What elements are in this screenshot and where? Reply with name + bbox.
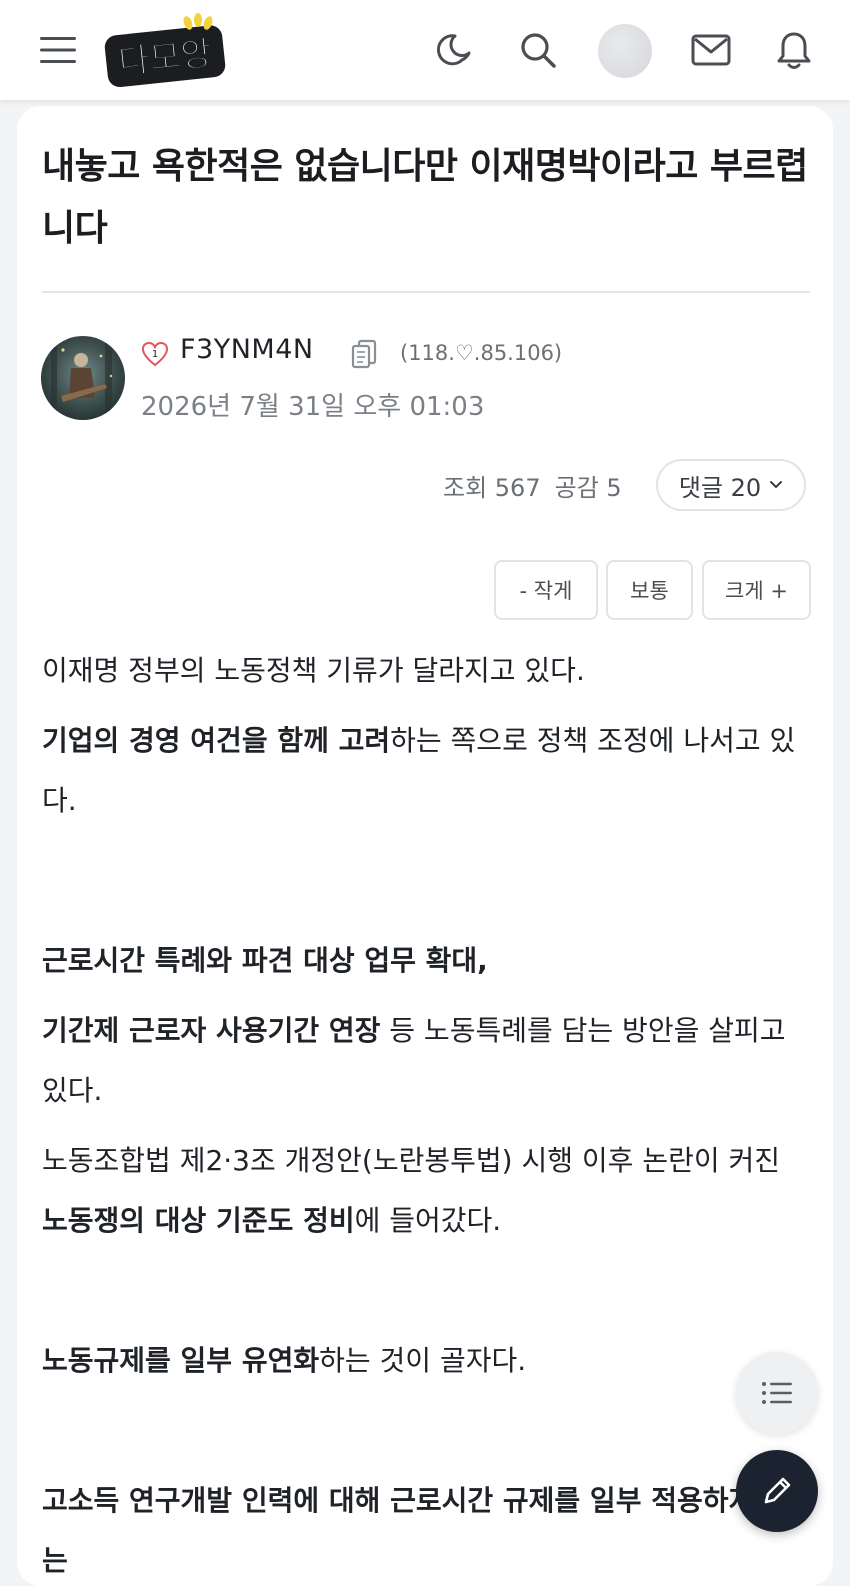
author-avatar[interactable] <box>41 336 125 420</box>
author-ip: (118.♡.85.106) <box>400 341 563 365</box>
table-of-contents-button[interactable] <box>736 1352 818 1434</box>
menu-button[interactable] <box>30 22 86 78</box>
post-stats: 조회 567 공감 5 <box>443 468 636 503</box>
search-button[interactable] <box>510 22 566 78</box>
font-smaller-button[interactable]: - 작게 <box>494 560 598 620</box>
level-badge-icon: 1 <box>141 341 169 367</box>
view-count: 조회 567 <box>443 474 541 502</box>
body-paragraph: 기간제 근로자 사용기간 연장 등 노동특례를 담는 방안을 살피고 있다. <box>42 1014 786 1107</box>
body-paragraph: 기업의 경영 여건을 함께 고려하는 쪽으로 정책 조정에 나서고 있다. <box>42 724 796 817</box>
search-icon <box>521 33 556 68</box>
body-paragraph: 고소득 연구개발 인력에 대해 근로시간 규제를 일부 적용하지 않는 <box>42 1484 790 1577</box>
post-body: 이재명 정부의 노동정책 기류가 달라지고 있다. 기업의 경영 여건을 함께 … <box>42 641 812 1586</box>
list-icon <box>762 1382 792 1404</box>
write-post-button[interactable] <box>736 1450 818 1532</box>
body-paragraph: 근로시간 특례와 파견 대상 업무 확대, <box>42 944 488 977</box>
post-card: 내놓고 욕한적은 없습니다만 이재명박이라고 부르렵니다 1 F3YNM4N (… <box>17 106 833 1586</box>
title-divider <box>42 291 810 293</box>
post-title: 내놓고 욕한적은 없습니다만 이재명박이라고 부르렵니다 <box>42 146 808 249</box>
user-avatar[interactable] <box>598 24 652 78</box>
font-larger-button[interactable]: 크게 + <box>702 560 811 620</box>
bell-icon <box>777 32 811 69</box>
top-navigation-bar: 다모앙 <box>0 0 850 100</box>
comments-label: 댓글 20 <box>678 473 762 502</box>
mail-icon <box>691 34 731 66</box>
author-name[interactable]: F3YNM4N <box>180 334 314 365</box>
like-count: 공감 5 <box>554 474 622 502</box>
site-logo[interactable]: 다모앙 <box>102 12 232 90</box>
menu-icon <box>40 37 76 63</box>
body-paragraph: 노동규제를 일부 유연화하는 것이 골자다. <box>42 1344 527 1377</box>
notifications-button[interactable] <box>766 22 822 78</box>
pencil-icon <box>764 1477 791 1504</box>
chevron-down-icon <box>770 481 783 488</box>
dark-mode-toggle[interactable] <box>427 22 483 78</box>
messages-button[interactable] <box>683 22 739 78</box>
font-normal-button[interactable]: 보통 <box>606 560 693 620</box>
body-paragraph: 노동조합법 제2·3조 개정안(노란봉투법) 시행 이후 논란이 커진 노동쟁의… <box>42 1144 781 1237</box>
copy-icon[interactable] <box>350 339 378 369</box>
body-paragraph: 이재명 정부의 노동정책 기류가 달라지고 있다. <box>42 654 585 687</box>
post-date: 2026년 7월 31일 오후 01:03 <box>141 392 485 422</box>
comments-button[interactable]: 댓글 20 <box>656 459 806 511</box>
level-number: 1 <box>152 349 158 360</box>
moon-icon <box>436 34 471 66</box>
